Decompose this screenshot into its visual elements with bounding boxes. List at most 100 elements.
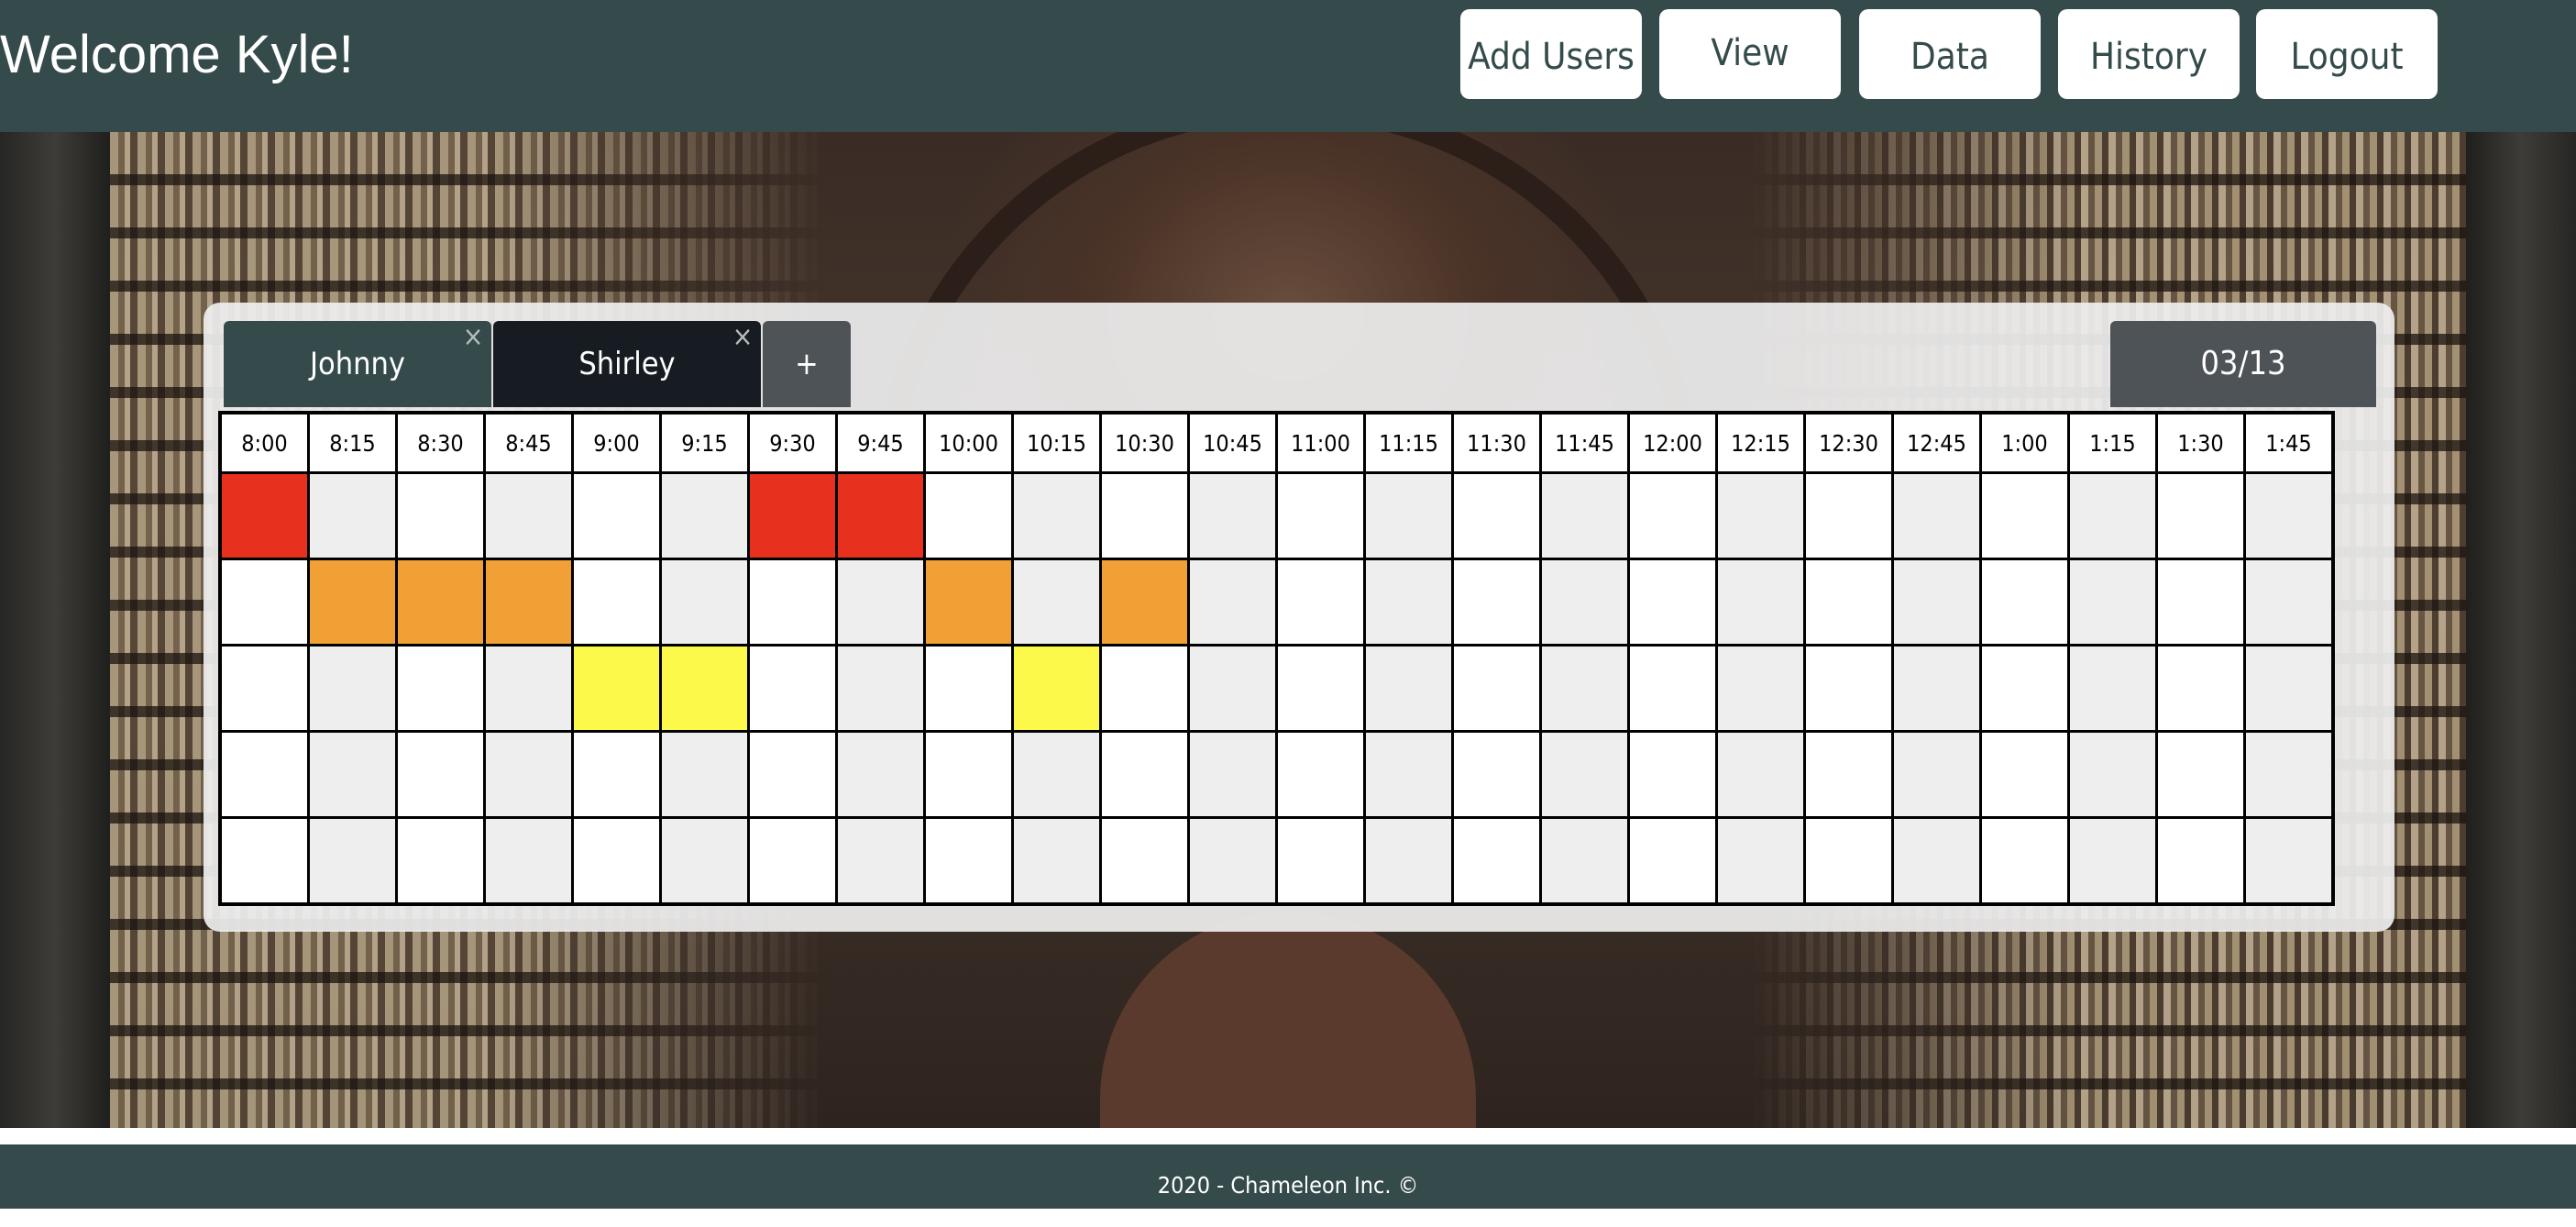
schedule-cell[interactable] (1979, 558, 2070, 647)
schedule-cell[interactable] (307, 558, 398, 647)
schedule-cell[interactable] (1099, 644, 1190, 733)
schedule-cell[interactable] (1011, 644, 1102, 733)
schedule-cell[interactable] (395, 730, 486, 819)
add-users-button[interactable]: Add Users (1460, 9, 1642, 99)
schedule-cell[interactable] (923, 730, 1014, 819)
schedule-cell[interactable] (1891, 730, 1982, 819)
schedule-cell[interactable] (1803, 730, 1894, 819)
schedule-cell[interactable] (1187, 730, 1278, 819)
schedule-cell[interactable] (1011, 558, 1102, 647)
schedule-cell[interactable] (923, 471, 1014, 560)
schedule-cell[interactable] (2243, 730, 2335, 819)
schedule-cell[interactable] (483, 558, 574, 647)
schedule-cell[interactable] (659, 644, 750, 733)
schedule-cell[interactable] (1451, 558, 1542, 647)
schedule-cell[interactable] (1803, 471, 1894, 560)
schedule-cell[interactable] (218, 471, 310, 560)
schedule-cell[interactable] (2243, 816, 2335, 906)
schedule-cell[interactable] (395, 471, 486, 560)
schedule-cell[interactable] (1627, 730, 1718, 819)
schedule-cell[interactable] (1803, 816, 1894, 906)
schedule-cell[interactable] (307, 730, 398, 819)
schedule-cell[interactable] (2155, 471, 2246, 560)
schedule-cell[interactable] (483, 471, 574, 560)
schedule-cell[interactable] (1979, 816, 2070, 906)
schedule-cell[interactable] (835, 558, 926, 647)
schedule-cell[interactable] (1363, 644, 1454, 733)
schedule-cell[interactable] (2155, 730, 2246, 819)
schedule-cell[interactable] (1363, 558, 1454, 647)
schedule-cell[interactable] (218, 816, 310, 906)
tab-johnny[interactable]: Johnny × (224, 321, 491, 407)
schedule-cell[interactable] (1363, 471, 1454, 560)
schedule-cell[interactable] (1803, 558, 1894, 647)
schedule-cell[interactable] (1099, 471, 1190, 560)
schedule-cell[interactable] (1011, 471, 1102, 560)
schedule-cell[interactable] (923, 558, 1014, 647)
schedule-cell[interactable] (1715, 471, 1806, 560)
schedule-cell[interactable] (1891, 471, 1982, 560)
schedule-cell[interactable] (1891, 558, 1982, 647)
schedule-cell[interactable] (483, 644, 574, 733)
schedule-cell[interactable] (1187, 816, 1278, 906)
schedule-cell[interactable] (1891, 816, 1982, 906)
schedule-cell[interactable] (2155, 558, 2246, 647)
close-icon[interactable]: × (460, 324, 486, 351)
schedule-cell[interactable] (1011, 730, 1102, 819)
schedule-cell[interactable] (1187, 644, 1278, 733)
schedule-cell[interactable] (747, 730, 838, 819)
schedule-cell[interactable] (1451, 730, 1542, 819)
schedule-cell[interactable] (923, 644, 1014, 733)
schedule-cell[interactable] (571, 558, 662, 647)
schedule-cell[interactable] (571, 730, 662, 819)
schedule-cell[interactable] (1451, 644, 1542, 733)
logout-button[interactable]: Logout (2256, 9, 2438, 99)
schedule-cell[interactable] (1979, 644, 2070, 733)
schedule-cell[interactable] (307, 816, 398, 906)
schedule-cell[interactable] (2067, 644, 2158, 733)
schedule-cell[interactable] (747, 558, 838, 647)
schedule-cell[interactable] (1803, 644, 1894, 733)
schedule-cell[interactable] (1363, 816, 1454, 906)
schedule-cell[interactable] (1539, 644, 1630, 733)
schedule-cell[interactable] (1539, 730, 1630, 819)
schedule-cell[interactable] (1715, 644, 1806, 733)
schedule-cell[interactable] (835, 730, 926, 819)
schedule-cell[interactable] (659, 730, 750, 819)
schedule-cell[interactable] (571, 471, 662, 560)
schedule-cell[interactable] (218, 730, 310, 819)
schedule-cell[interactable] (1187, 471, 1278, 560)
schedule-cell[interactable] (395, 816, 486, 906)
schedule-cell[interactable] (747, 644, 838, 733)
schedule-cell[interactable] (2155, 816, 2246, 906)
schedule-cell[interactable] (1627, 816, 1718, 906)
schedule-cell[interactable] (1275, 730, 1366, 819)
schedule-cell[interactable] (1627, 471, 1718, 560)
schedule-cell[interactable] (1979, 471, 2070, 560)
schedule-cell[interactable] (571, 644, 662, 733)
schedule-cell[interactable] (1275, 558, 1366, 647)
schedule-cell[interactable] (2243, 558, 2335, 647)
schedule-cell[interactable] (2243, 471, 2335, 560)
schedule-cell[interactable] (395, 558, 486, 647)
schedule-cell[interactable] (1715, 558, 1806, 647)
schedule-cell[interactable] (747, 471, 838, 560)
schedule-cell[interactable] (2067, 816, 2158, 906)
schedule-cell[interactable] (395, 644, 486, 733)
close-icon[interactable]: × (730, 324, 755, 351)
schedule-cell[interactable] (2243, 644, 2335, 733)
schedule-cell[interactable] (307, 471, 398, 560)
add-tab-button[interactable]: + (763, 321, 851, 407)
schedule-cell[interactable] (1275, 644, 1366, 733)
schedule-cell[interactable] (1627, 558, 1718, 647)
schedule-cell[interactable] (659, 558, 750, 647)
schedule-cell[interactable] (483, 730, 574, 819)
schedule-cell[interactable] (1539, 558, 1630, 647)
schedule-cell[interactable] (1715, 816, 1806, 906)
schedule-cell[interactable] (1539, 816, 1630, 906)
schedule-cell[interactable] (571, 816, 662, 906)
tab-shirley[interactable]: Shirley × (493, 321, 761, 407)
schedule-cell[interactable] (1715, 730, 1806, 819)
schedule-cell[interactable] (218, 558, 310, 647)
schedule-cell[interactable] (1979, 730, 2070, 819)
